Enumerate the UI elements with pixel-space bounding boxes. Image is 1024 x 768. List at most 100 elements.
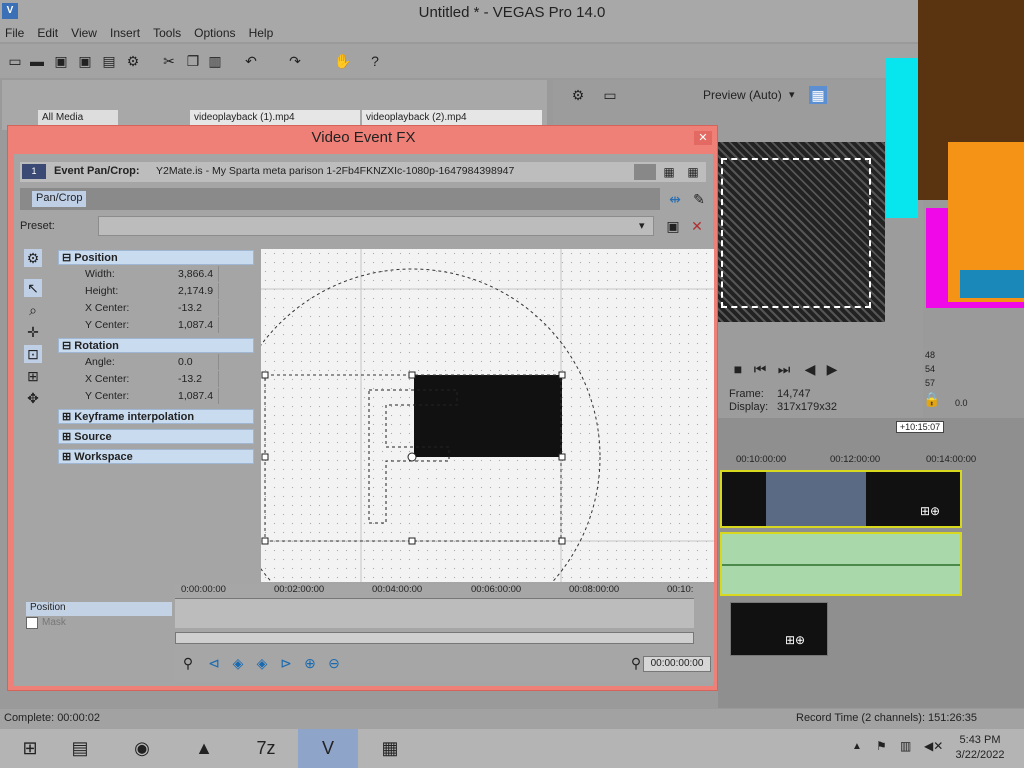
first-keyframe-icon[interactable]: ⊲ xyxy=(205,654,223,672)
preview-stop-icon[interactable]: ■ xyxy=(729,360,747,378)
section-source[interactable]: ⊞ Source xyxy=(58,429,254,444)
keyframe-track[interactable] xyxy=(175,598,694,628)
clip-thumbnail xyxy=(766,472,866,526)
close-icon[interactable]: ✕ xyxy=(694,131,712,145)
section-position[interactable]: ⊟ Position xyxy=(58,250,254,265)
all-media-node[interactable]: All Media xyxy=(38,110,118,126)
audio-event-clip[interactable] xyxy=(720,532,962,596)
prop-height[interactable]: Height: 2,174.9 xyxy=(58,283,254,299)
add-keyframe-icon[interactable]: ⊕ xyxy=(301,654,319,672)
frame-value: 14,747 xyxy=(777,388,811,400)
mask-checkbox[interactable] xyxy=(26,617,38,629)
audio-level-54: 54 xyxy=(925,364,936,374)
chrome-icon[interactable]: ◉ xyxy=(112,729,172,768)
help-icon[interactable]: ? xyxy=(366,52,384,70)
prop-x-center[interactable]: X Center: -13.2 xyxy=(58,300,254,316)
fx-ruler-tick: 00:04:00:00 xyxy=(372,584,423,595)
time-display[interactable]: 00:00:00:00 xyxy=(643,656,711,672)
section-rotation[interactable]: ⊟ Rotation xyxy=(58,338,254,353)
redo-icon[interactable]: ↷ xyxy=(286,52,304,70)
7zip-icon[interactable]: 7z xyxy=(236,729,296,768)
render-icon[interactable]: ▤ xyxy=(100,52,118,70)
next-keyframe-icon[interactable]: ◈ xyxy=(253,654,271,672)
chevron-down-icon[interactable]: ▾ xyxy=(789,88,795,101)
status-left: Complete: 00:00:02 xyxy=(4,712,101,724)
track-position[interactable]: Position xyxy=(26,602,172,616)
properties-gear-icon[interactable]: ⚙ xyxy=(124,52,142,70)
prev-keyframe-icon[interactable]: ◈ xyxy=(229,654,247,672)
save-preset-icon[interactable]: ▣ xyxy=(664,217,682,235)
menu-insert[interactable]: Insert xyxy=(105,24,145,42)
view-list-icon[interactable] xyxy=(634,164,656,180)
network-icon[interactable]: ▥ xyxy=(900,739,911,753)
copy-icon[interactable]: ❐ xyxy=(184,52,202,70)
vegas-taskbar-icon[interactable]: V xyxy=(298,729,358,768)
grid-overlay-icon[interactable]: ▦ xyxy=(809,86,827,104)
clock-time[interactable]: 5:43 PM xyxy=(956,734,1004,746)
prop-angle[interactable]: Angle: 0.0 xyxy=(58,354,254,370)
ruler-tick: 00:14:00:00 xyxy=(926,454,977,465)
menu-view[interactable]: View xyxy=(66,24,102,42)
last-keyframe-icon[interactable]: ⊳ xyxy=(277,654,295,672)
plugin-chain-icon[interactable]: ⇹ xyxy=(666,190,684,208)
external-monitor-icon[interactable]: ▭ xyxy=(601,86,619,104)
prop-value: 3,866.4 xyxy=(178,268,214,280)
section-keyframe[interactable]: ⊞ Keyframe interpolation xyxy=(58,409,254,424)
sync-cursor-icon[interactable]: ⚲ xyxy=(179,654,197,672)
cut-icon[interactable]: ✂ xyxy=(160,52,178,70)
undo-icon[interactable]: ↶ xyxy=(242,52,260,70)
taskbar: ⊞ ▤ ◉ ▲ 7z V ▦ ▲ ⚑ ▥ ◀✕ 5:43 PM 3/22/202… xyxy=(0,729,1024,768)
menu-options[interactable]: Options xyxy=(189,24,240,42)
timeline-scrollbar[interactable] xyxy=(175,632,694,644)
open-folder-icon[interactable]: ▬ xyxy=(28,52,46,70)
media-item-1[interactable]: videoplayback (1).mp4 xyxy=(190,110,360,126)
view-grid-icon[interactable]: ▦ xyxy=(660,163,678,181)
app-taskbar-icon[interactable]: ▦ xyxy=(360,729,420,768)
show-hidden-icon[interactable]: ▲ xyxy=(852,741,862,752)
video-event-clip[interactable]: ⊞⊕ xyxy=(720,470,962,528)
pan-crop-icon-2[interactable]: ⊞⊕ xyxy=(785,633,805,647)
preview-step-back-icon[interactable]: ◀ xyxy=(801,360,819,378)
pan-crop-canvas[interactable] xyxy=(223,249,714,646)
media-item-2[interactable]: videoplayback (2).mp4 xyxy=(362,110,542,126)
file-explorer-icon[interactable]: ▤ xyxy=(50,729,110,768)
action-center-icon[interactable]: ⚑ xyxy=(876,739,887,753)
display-label: Display: xyxy=(729,401,769,413)
preview-quality-dropdown[interactable]: Preview (Auto) xyxy=(703,88,782,102)
delete-keyframe-icon[interactable]: ⊖ xyxy=(325,654,343,672)
menu-help[interactable]: Help xyxy=(244,24,279,42)
prop-width[interactable]: Width: 3,866.4 xyxy=(58,266,254,282)
preview-settings-gear-icon[interactable]: ⚙ xyxy=(569,86,587,104)
delete-preset-icon[interactable]: ✕ xyxy=(688,217,706,235)
prop-value: 0.0 xyxy=(178,356,193,368)
tank-game-icon[interactable]: ▲ xyxy=(174,729,234,768)
section-position-label: Position xyxy=(74,252,118,264)
prop-y-center[interactable]: Y Center: 1,087.4 xyxy=(58,317,254,333)
preview-prev-frame-icon[interactable]: ⏮ xyxy=(751,360,769,378)
keyframe-timeline[interactable]: 0:00:00:00 00:02:00:00 00:04:00:00 00:06… xyxy=(175,584,714,682)
prop-rot-x-center[interactable]: X Center: -13.2 xyxy=(58,371,254,387)
prop-rot-y-center[interactable]: Y Center: 1,087.4 xyxy=(58,388,254,404)
section-workspace[interactable]: ⊞ Workspace xyxy=(58,449,254,464)
preview-crop-outline xyxy=(721,158,871,308)
menu-tools[interactable]: Tools xyxy=(148,24,186,42)
video-event-clip-2[interactable]: ⊞⊕ xyxy=(730,602,828,656)
plugin-remove-icon[interactable]: ✎ xyxy=(690,190,708,208)
preview-next-frame-icon[interactable]: ⏭ xyxy=(775,360,793,378)
menu-edit[interactable]: Edit xyxy=(32,24,63,42)
menu-file[interactable]: File xyxy=(0,24,29,42)
pan-crop-icon[interactable]: ⊞⊕ xyxy=(920,504,940,518)
status-right: Record Time (2 channels): 151:26:35 xyxy=(796,712,977,724)
new-file-icon[interactable]: ▭ xyxy=(6,52,24,70)
volume-muted-icon[interactable]: ◀✕ xyxy=(924,739,943,753)
paste-icon[interactable]: ▥ xyxy=(206,52,224,70)
save-as-icon[interactable]: ▣ xyxy=(76,52,94,70)
frame-label: Frame: xyxy=(729,388,764,400)
preview-step-forward-icon[interactable]: ▶ xyxy=(823,360,841,378)
lock-icon[interactable]: 🔒 xyxy=(923,390,941,408)
save-icon[interactable]: ▣ xyxy=(52,52,70,70)
plugin-icon[interactable]: ✋ xyxy=(334,52,352,70)
audio-level-57: 57 xyxy=(925,378,936,388)
view-compact-icon[interactable]: ▦ xyxy=(684,163,702,181)
clock-date[interactable]: 3/22/2022 xyxy=(952,749,1008,761)
